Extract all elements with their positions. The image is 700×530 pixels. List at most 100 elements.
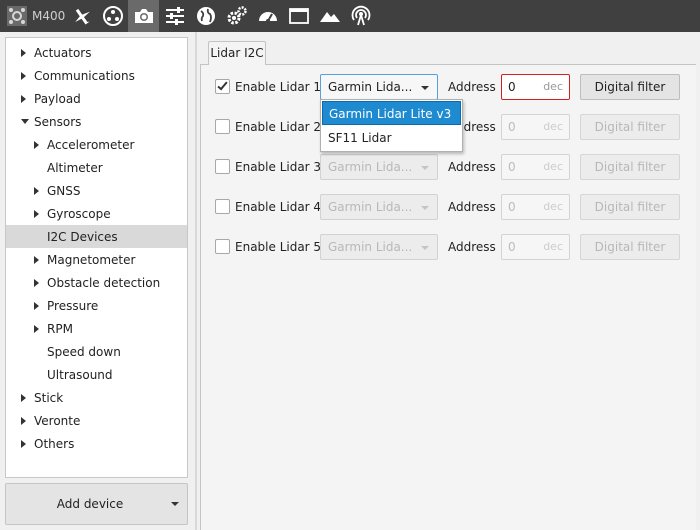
dropdown-option-sf11-lidar[interactable]: SF11 Lidar <box>322 126 461 150</box>
lidar-1-digital-filter-button[interactable]: Digital filter <box>580 74 680 100</box>
chevron-right-icon[interactable] <box>34 140 39 149</box>
lidar-3-model-value: Garmin Lida... <box>328 160 413 174</box>
lidar-3-address-input[interactable]: 0 dec <box>501 154 570 180</box>
chevron-down-icon <box>421 86 429 90</box>
tree-item-i2c-devices[interactable]: I2C Devices <box>6 225 187 248</box>
mountain-button[interactable] <box>314 0 345 32</box>
tree-item-pressure[interactable]: Pressure <box>6 294 187 317</box>
address-unit: dec <box>543 160 563 173</box>
lidar-3-model-select[interactable]: Garmin Lida... <box>320 154 438 180</box>
chevron-right-icon[interactable] <box>34 186 39 195</box>
sliders-button[interactable] <box>159 0 190 32</box>
tree-item-gnss[interactable]: GNSS <box>6 179 187 202</box>
globe-button[interactable] <box>190 0 221 32</box>
chevron-right-icon[interactable] <box>34 324 39 333</box>
lidar-1-model-select[interactable]: Garmin Lida... <box>320 74 438 100</box>
chevron-down-icon <box>421 246 429 250</box>
enable-lidar-2-checkbox[interactable] <box>215 119 230 134</box>
chevron-right-icon[interactable] <box>21 393 26 402</box>
lidar-5-address-input[interactable]: 0 dec <box>501 234 570 260</box>
splitter[interactable] <box>195 32 197 530</box>
tree-item-label: Obstacle detection <box>47 275 161 290</box>
enable-lidar-1-checkbox[interactable] <box>215 79 230 94</box>
lidar-4-address-input[interactable]: 0 dec <box>501 194 570 220</box>
enable-lidar-5-checkbox[interactable] <box>215 239 230 254</box>
tree-item-label: Speed down <box>47 344 121 359</box>
lidar-2-address-input[interactable]: 0 dec <box>501 114 570 140</box>
chevron-down-icon <box>421 166 429 170</box>
gauge-button[interactable] <box>252 0 283 32</box>
globe-icon <box>196 7 215 25</box>
tree-item-label: Payload <box>34 91 81 106</box>
airplane-button[interactable] <box>66 0 97 32</box>
tree-item-payload[interactable]: Payload <box>6 87 187 110</box>
tree-item-accelerometer[interactable]: Accelerometer <box>6 133 187 156</box>
tree-item-communications[interactable]: Communications <box>6 64 187 87</box>
tree-item-actuators[interactable]: Actuators <box>6 41 187 64</box>
broadcast-button[interactable] <box>345 0 376 32</box>
lidar-5-model-select[interactable]: Garmin Lida... <box>320 234 438 260</box>
propeller-button[interactable] <box>97 0 128 32</box>
lidar-3-digital-filter-button[interactable]: Digital filter <box>580 154 680 180</box>
chevron-right-icon[interactable] <box>34 301 39 310</box>
lidar-4-model-select[interactable]: Garmin Lida... <box>320 194 438 220</box>
tree-item-gyroscope[interactable]: Gyroscope <box>6 202 187 225</box>
tree-item-label: Pressure <box>47 298 99 313</box>
tree-item-label: Magnetometer <box>47 252 136 267</box>
chevron-right-icon[interactable] <box>34 278 39 287</box>
tree-item-label: GNSS <box>47 183 81 198</box>
tree-item-label: Ultrasound <box>47 367 113 382</box>
tree-item-label: Accelerometer <box>47 137 135 152</box>
airplane-icon <box>74 8 90 25</box>
tree-item-magnetometer[interactable]: Magnetometer <box>6 248 187 271</box>
tree-item-rpm[interactable]: RPM <box>6 317 187 340</box>
tree-item-sensors[interactable]: Sensors <box>6 110 187 133</box>
lidar-4-digital-filter-button[interactable]: Digital filter <box>580 194 680 220</box>
chevron-right-icon[interactable] <box>21 94 26 103</box>
tree-item-obstacle-detection[interactable]: Obstacle detection <box>6 271 187 294</box>
address-unit: dec <box>543 200 563 213</box>
propeller-icon <box>102 6 123 26</box>
vehicle-selector[interactable]: M400 <box>0 0 66 32</box>
tree-item-stick[interactable]: Stick <box>6 386 187 409</box>
gears-button[interactable] <box>221 0 252 32</box>
chevron-right-icon[interactable] <box>34 255 39 264</box>
enable-lidar-4-label: Enable Lidar 4 <box>235 200 322 214</box>
lidar-5-digital-filter-button[interactable]: Digital filter <box>580 234 680 260</box>
lidar-1-model-value: Garmin Lida... <box>328 80 413 94</box>
address-unit: dec <box>543 120 563 133</box>
chevron-right-icon[interactable] <box>34 209 39 218</box>
gauge-icon <box>258 12 277 23</box>
chevron-right-icon[interactable] <box>21 48 26 57</box>
tree-item-label: Stick <box>34 390 64 405</box>
chevron-right-icon[interactable] <box>21 416 26 425</box>
tree-item-others[interactable]: Others <box>6 432 187 455</box>
chevron-down-icon[interactable] <box>171 502 179 506</box>
chevron-right-icon[interactable] <box>21 71 26 80</box>
enable-lidar-4-checkbox[interactable] <box>215 199 230 214</box>
sliders-icon <box>165 7 184 25</box>
tree-item-altimeter[interactable]: Altimeter <box>6 156 187 179</box>
address-value: 0 <box>508 160 516 174</box>
lidar-1-address-input[interactable]: 0 dec <box>501 74 570 100</box>
tree-item-label: Others <box>34 436 75 451</box>
tree-item-label: Altimeter <box>47 160 103 175</box>
chevron-down-icon[interactable] <box>21 119 29 124</box>
add-device-label: Add device <box>56 497 124 511</box>
tree-item-ultrasound[interactable]: Ultrasound <box>6 363 187 386</box>
tree-item-veronte[interactable]: Veronte <box>6 409 187 432</box>
tree-item-speed-down[interactable]: Speed down <box>6 340 187 363</box>
chevron-right-icon[interactable] <box>21 439 26 448</box>
tab-lidar-i2c[interactable]: Lidar I2C <box>208 41 266 65</box>
lidar-2-digital-filter-button[interactable]: Digital filter <box>580 114 680 140</box>
model-dropdown-list: Garmin Lidar Lite v3 SF11 Lidar <box>320 99 463 152</box>
tree-item-label: I2C Devices <box>47 229 118 244</box>
dropdown-option-garmin-lidar-lite-v3[interactable]: Garmin Lidar Lite v3 <box>322 101 461 125</box>
window-button[interactable] <box>283 0 314 32</box>
add-device-button[interactable]: Add device <box>5 483 188 525</box>
camera-button[interactable] <box>128 0 159 32</box>
drone-icon <box>7 6 27 26</box>
lidar-4-model-value: Garmin Lida... <box>328 200 413 214</box>
enable-lidar-2-label: Enable Lidar 2 <box>235 120 322 134</box>
enable-lidar-3-checkbox[interactable] <box>215 159 230 174</box>
